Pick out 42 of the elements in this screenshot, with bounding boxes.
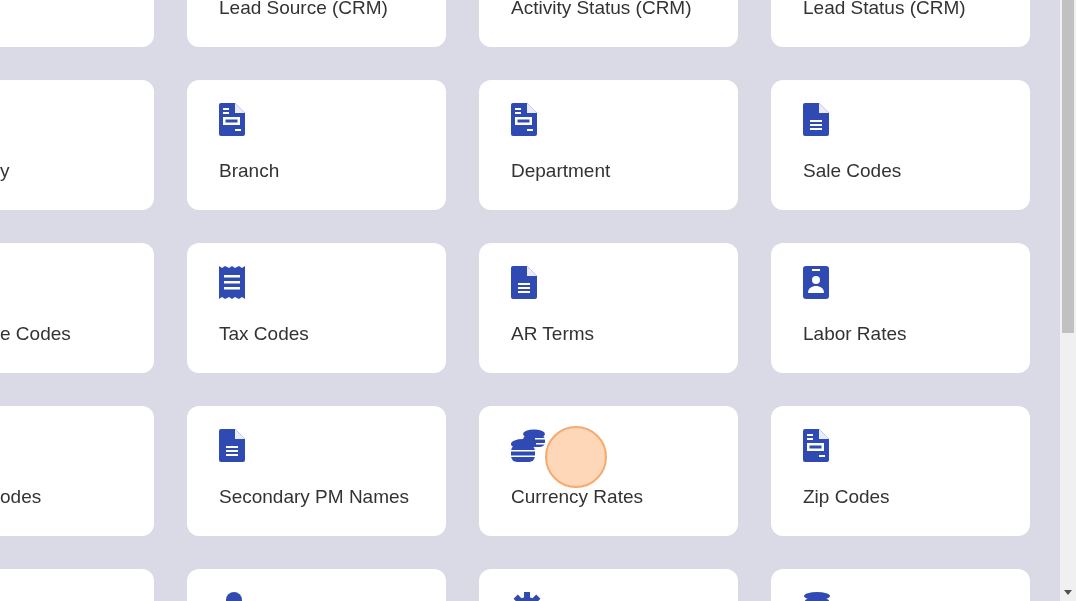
settings-card[interactable]: Sale Codes bbox=[771, 80, 1030, 210]
settings-card[interactable]: Zip Codes bbox=[771, 406, 1030, 536]
document-icon bbox=[511, 103, 537, 136]
card-label: y bbox=[0, 159, 10, 183]
receipt-icon bbox=[219, 266, 245, 299]
card-label: Lead Source (CRM) bbox=[219, 0, 388, 20]
settings-card[interactable]: AR Terms bbox=[479, 243, 738, 373]
settings-card[interactable]: Department bbox=[479, 80, 738, 210]
card-label: Department bbox=[511, 159, 611, 183]
card-label: AR Terms bbox=[511, 322, 595, 346]
scroll-down-icon[interactable] bbox=[1064, 590, 1072, 595]
settings-card[interactable]: Tax Codes bbox=[187, 243, 446, 373]
card-label: Activity Status (CRM) bbox=[511, 0, 692, 20]
settings-card[interactable]: Activity Status (CRM) bbox=[479, 0, 738, 47]
document-icon bbox=[511, 266, 537, 299]
card-label: e Codes bbox=[0, 322, 71, 346]
settings-card[interactable]: odes bbox=[0, 406, 154, 536]
settings-card[interactable]: e Codes bbox=[0, 243, 154, 373]
document-icon bbox=[803, 103, 829, 136]
card-label: Tax Codes bbox=[219, 322, 309, 346]
settings-card[interactable]: y bbox=[0, 80, 154, 210]
card-label: odes bbox=[0, 485, 42, 509]
settings-card[interactable]: Labor Rates bbox=[771, 243, 1030, 373]
card-label: Lead Status (CRM) bbox=[803, 0, 966, 20]
settings-card[interactable]: Branch bbox=[187, 80, 446, 210]
scrollbar-thumb[interactable] bbox=[1062, 0, 1074, 333]
card-label: Branch bbox=[219, 159, 280, 183]
card-label: Currency Rates bbox=[511, 485, 643, 509]
card-label: Zip Codes bbox=[803, 485, 890, 509]
scrollbar[interactable] bbox=[1060, 0, 1076, 601]
card-label: Sale Codes bbox=[803, 159, 902, 183]
coins-icon bbox=[511, 429, 547, 463]
card-label: Secondary PM Names bbox=[219, 485, 410, 509]
document-icon bbox=[219, 103, 245, 136]
id-badge-icon bbox=[803, 266, 829, 299]
settings-card[interactable]: Secondary PM Names bbox=[187, 406, 446, 536]
card-label: Labor Rates bbox=[803, 322, 907, 346]
settings-card[interactable]: Lead Source (CRM) bbox=[187, 0, 446, 47]
document-icon bbox=[803, 429, 829, 462]
document-icon bbox=[219, 429, 245, 462]
settings-card[interactable]: Currency Rates bbox=[479, 406, 738, 536]
settings-card[interactable]: Lead Status (CRM) bbox=[771, 0, 1030, 47]
